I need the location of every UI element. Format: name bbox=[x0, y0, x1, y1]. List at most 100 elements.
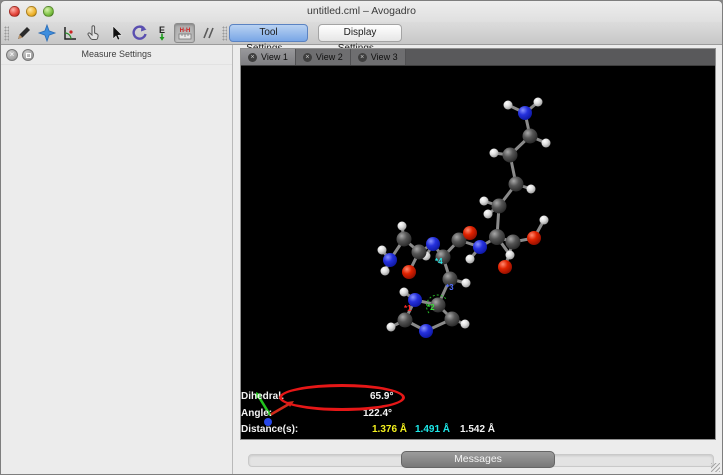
tab-close-icon[interactable]: × bbox=[248, 52, 257, 62]
atom-N[interactable] bbox=[518, 106, 532, 120]
x_axis-line bbox=[269, 402, 290, 417]
auto-optimize-tool-button[interactable]: E bbox=[151, 23, 172, 43]
toolbar: E H-H Tool Settings... Display Settings.… bbox=[1, 22, 722, 54]
gl-viewport[interactable]: *1 *2 *3 *4 Dihedral: 65.9° Angle: 122.4° D… bbox=[241, 66, 715, 439]
atom-H[interactable] bbox=[399, 287, 409, 297]
atom-marker: *2 bbox=[427, 303, 435, 312]
atom-N[interactable] bbox=[426, 237, 440, 251]
atom-O[interactable] bbox=[402, 265, 416, 279]
atom-H[interactable] bbox=[483, 209, 493, 219]
bond-centric-tool-button[interactable] bbox=[59, 23, 80, 43]
select-cursor-icon bbox=[112, 25, 123, 41]
measure-tool-button[interactable]: H-H bbox=[174, 23, 195, 43]
tab-view-1[interactable]: × View 1 bbox=[241, 49, 296, 65]
atom-C[interactable] bbox=[411, 244, 427, 260]
atom-C[interactable] bbox=[502, 147, 518, 163]
atom-H[interactable] bbox=[533, 97, 543, 107]
tab-label: View 2 bbox=[315, 52, 343, 62]
atom-C[interactable] bbox=[444, 311, 460, 327]
panel-title: Measure Settings bbox=[81, 49, 152, 59]
atom-C[interactable] bbox=[508, 176, 524, 192]
tool-settings-button[interactable]: Tool Settings... bbox=[229, 24, 308, 54]
select-tool-button[interactable] bbox=[105, 23, 126, 43]
angle-label: Angle: bbox=[241, 408, 273, 419]
pencil-draw-icon bbox=[17, 27, 30, 39]
messages-button[interactable]: Messages bbox=[401, 451, 555, 468]
atom-C[interactable] bbox=[489, 229, 505, 245]
draw-tool-button[interactable] bbox=[13, 23, 34, 43]
atom-H[interactable] bbox=[489, 148, 499, 158]
manipulate-hand-icon bbox=[86, 25, 99, 40]
dihedral-label: Dihedral: bbox=[241, 391, 285, 402]
close-icon: × bbox=[9, 50, 15, 59]
distance-value: 1.376 Å bbox=[372, 424, 408, 435]
display-settings-button[interactable]: Display Settings... bbox=[318, 24, 402, 54]
atom-C[interactable] bbox=[522, 128, 538, 144]
atom-marker: *3 bbox=[446, 283, 454, 292]
close-window-button[interactable] bbox=[9, 6, 20, 17]
avogadro-window: untitled.cml – Avogadro E H-H Tool Displ… bbox=[0, 0, 723, 475]
atom-C[interactable] bbox=[491, 198, 507, 214]
zoom-window-button[interactable] bbox=[43, 6, 54, 17]
atom-C[interactable] bbox=[396, 231, 412, 247]
atom-H[interactable] bbox=[386, 322, 396, 332]
toolbar-grip[interactable] bbox=[4, 25, 9, 41]
resize-grip[interactable] bbox=[711, 463, 720, 472]
view-tabbar: × View 1 × View 2 × View 3 bbox=[241, 49, 715, 66]
atom-H[interactable] bbox=[505, 250, 515, 260]
view-area: × View 1 × View 2 × View 3 *1 *2 *3 *4 D… bbox=[240, 48, 716, 440]
bond-centric-icon bbox=[63, 27, 76, 40]
measure-icon: H-H bbox=[178, 28, 191, 40]
atom-H[interactable] bbox=[380, 266, 390, 276]
atom-H[interactable] bbox=[503, 100, 513, 110]
minimize-window-button[interactable] bbox=[26, 6, 37, 17]
atom-H[interactable] bbox=[479, 196, 489, 206]
tab-close-icon[interactable]: × bbox=[357, 52, 367, 62]
atom-marker: *4 bbox=[435, 257, 443, 266]
atom-marker: *1 bbox=[404, 304, 412, 313]
molecule-canvas[interactable]: *1 *2 *3 *4 bbox=[241, 66, 715, 439]
atom-H[interactable] bbox=[377, 245, 387, 255]
measure-settings-panel: × Measure Settings bbox=[1, 45, 233, 474]
distance-value: 1.542 Å bbox=[460, 424, 496, 435]
titlebar[interactable]: untitled.cml – Avogadro bbox=[1, 1, 722, 22]
align-tool-button[interactable] bbox=[197, 23, 218, 43]
atom-C[interactable] bbox=[505, 234, 521, 250]
atom-O[interactable] bbox=[498, 260, 512, 274]
tab-label: View 1 bbox=[261, 52, 288, 62]
panel-header: × Measure Settings bbox=[1, 45, 232, 65]
atom-H[interactable] bbox=[526, 184, 536, 194]
atom-C[interactable] bbox=[397, 312, 413, 328]
undock-icon bbox=[25, 52, 31, 58]
atom-O[interactable] bbox=[463, 226, 477, 240]
window-title: untitled.cml – Avogadro bbox=[307, 5, 416, 17]
tab-close-icon[interactable]: × bbox=[302, 52, 312, 62]
atom-H[interactable] bbox=[461, 278, 471, 288]
close-panel-button[interactable]: × bbox=[6, 49, 18, 61]
navigate-tool-button[interactable] bbox=[36, 23, 57, 43]
atom-N[interactable] bbox=[473, 240, 487, 254]
toolbar-grip[interactable] bbox=[222, 25, 227, 41]
atom-N[interactable] bbox=[383, 253, 397, 267]
atom-H[interactable] bbox=[397, 221, 407, 231]
distances-label: Distance(s): bbox=[241, 424, 299, 435]
measure-hh-glyph: H-H bbox=[179, 28, 190, 34]
atom-N[interactable] bbox=[419, 324, 433, 338]
auto-rotate-tool-button[interactable] bbox=[128, 23, 149, 43]
tab-view-3[interactable]: × View 3 bbox=[350, 49, 406, 65]
atom-H[interactable] bbox=[541, 138, 551, 148]
manipulate-tool-button[interactable] bbox=[82, 23, 103, 43]
dihedral-annotation-ellipse bbox=[279, 384, 405, 411]
atom-O[interactable] bbox=[527, 231, 541, 245]
auto-rotate-icon bbox=[131, 25, 147, 40]
traffic-lights bbox=[9, 6, 54, 17]
auto-optimize-icon: E bbox=[159, 25, 165, 41]
atom-H[interactable] bbox=[539, 215, 549, 225]
distance-value: 1.491 Å bbox=[415, 424, 451, 435]
float-panel-button[interactable] bbox=[22, 49, 34, 61]
navigate-star-icon bbox=[37, 23, 56, 43]
align-icon bbox=[202, 27, 214, 39]
atom-H[interactable] bbox=[460, 319, 470, 329]
tab-view-2[interactable]: × View 2 bbox=[295, 49, 351, 65]
atom-H[interactable] bbox=[465, 254, 475, 264]
